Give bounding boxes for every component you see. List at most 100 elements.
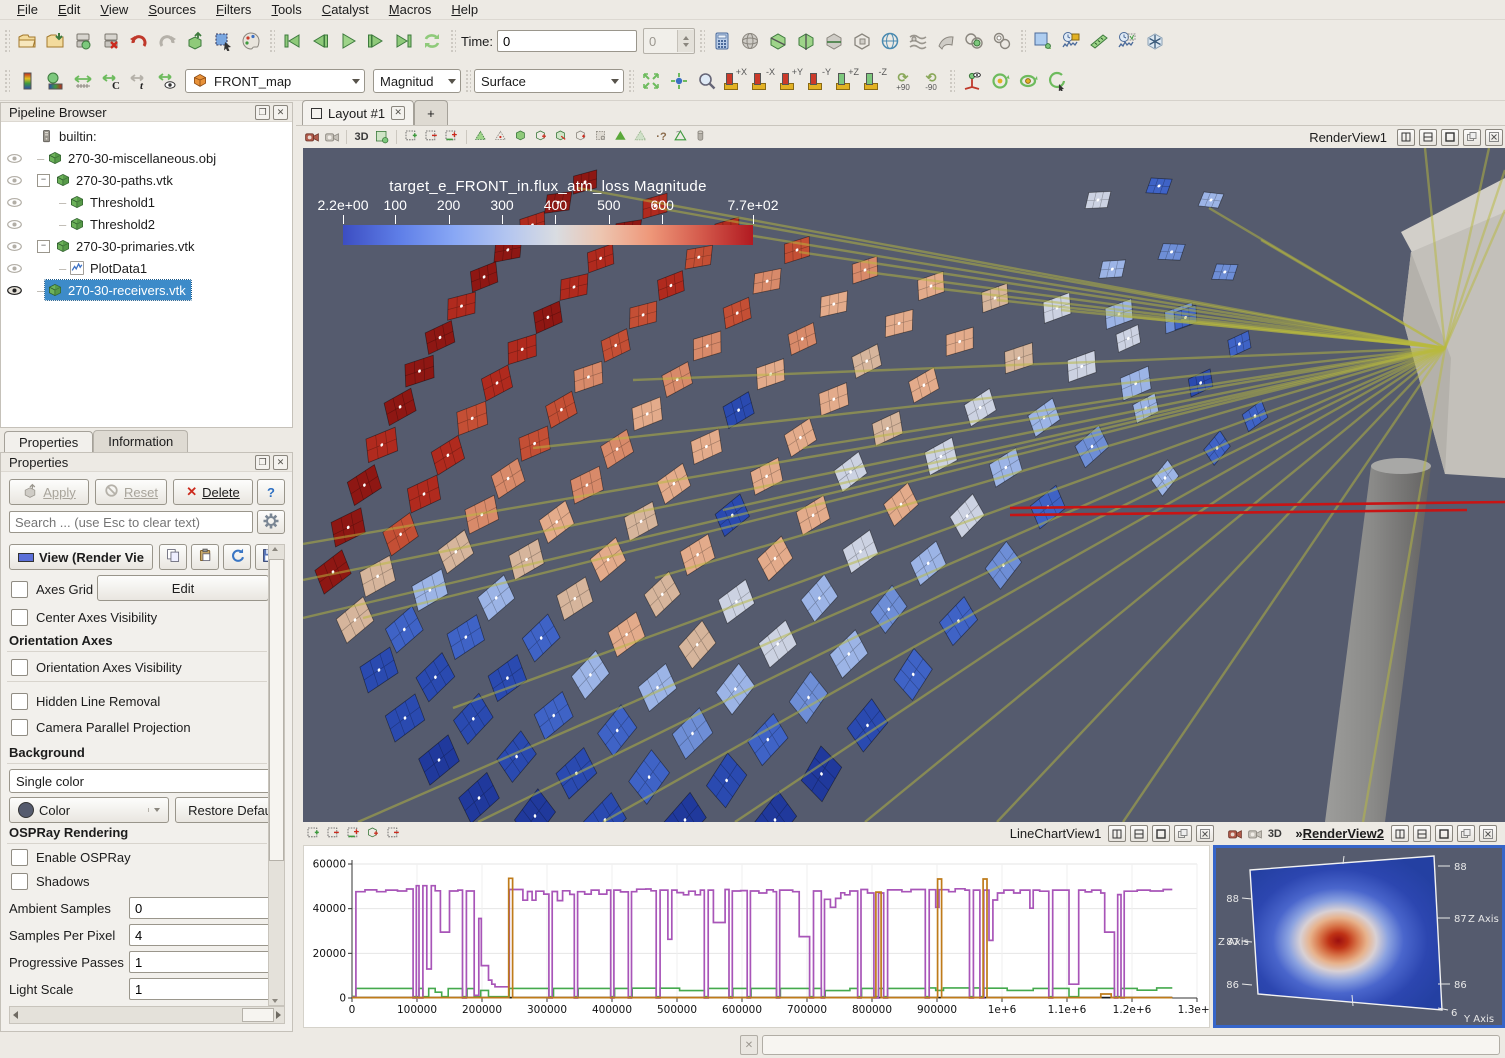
chart-clear-icon[interactable]: [384, 825, 403, 843]
colormap-combo[interactable]: FRONT_map: [185, 69, 365, 93]
delete-button[interactable]: ✕Delete: [173, 479, 253, 505]
zoom-to-data-icon[interactable]: [665, 67, 693, 95]
orbit-y-icon[interactable]: [1014, 67, 1042, 95]
rescale-to-data-range-icon[interactable]: [69, 67, 97, 95]
temporal-interpolator-icon[interactable]: [1141, 27, 1169, 55]
parallel-projection-checkbox[interactable]: [11, 719, 28, 736]
pipeline-item-270-30-primaries-vtk[interactable]: −270-30-primaries.vtk: [1, 235, 292, 257]
reload-properties-button[interactable]: [223, 544, 251, 570]
play-icon[interactable]: [334, 27, 362, 55]
first-frame-icon[interactable]: [278, 27, 306, 55]
field-input-samples-per-pixel[interactable]: [129, 924, 271, 946]
properties-titlebar[interactable]: Properties ❐ ✕: [1, 453, 292, 472]
rv1-undock-icon[interactable]: [1463, 129, 1481, 146]
search-options-button[interactable]: [257, 510, 285, 534]
3d-toggle[interactable]: 3D: [1265, 825, 1284, 843]
toggle-color-legend-icon[interactable]: [13, 67, 41, 95]
chart-select-rect-icon[interactable]: [304, 825, 323, 843]
select-cells-rect-icon[interactable]: [402, 128, 421, 146]
previous-frame-icon[interactable]: [306, 27, 334, 55]
warp-icon[interactable]: [932, 27, 960, 55]
interactive-select-cells-icon[interactable]: [532, 128, 551, 146]
show-center-axes-icon[interactable]: [958, 67, 986, 95]
paste-properties-button[interactable]: [191, 544, 219, 570]
rv2-close-view-icon[interactable]: [1479, 825, 1497, 842]
menu-help[interactable]: Help: [442, 1, 487, 18]
zoom-rubberband-icon[interactable]: [372, 128, 391, 146]
edit-axes-grid-button[interactable]: Edit: [97, 575, 269, 601]
save-data-icon[interactable]: [41, 27, 69, 55]
chart-select-plus-icon[interactable]: [344, 825, 363, 843]
undo-icon[interactable]: [125, 27, 153, 55]
menu-edit[interactable]: Edit: [49, 1, 89, 18]
select-points-rect-icon[interactable]: [422, 128, 441, 146]
rv2-maximize-icon[interactable]: [1435, 825, 1453, 842]
clip-icon[interactable]: [764, 27, 792, 55]
grow-selection-icon[interactable]: [612, 128, 631, 146]
tree-expander-icon[interactable]: −: [37, 174, 50, 187]
edit-color-map-icon[interactable]: [41, 67, 69, 95]
camera-icon[interactable]: [302, 128, 321, 146]
representation-combo[interactable]: Surface: [474, 69, 624, 93]
link-camera-icon[interactable]: [1245, 825, 1264, 843]
choose-colors-icon[interactable]: [237, 27, 265, 55]
background-mode-select[interactable]: Single color: [9, 769, 285, 793]
visibility-eye-icon[interactable]: [5, 194, 23, 211]
last-frame-icon[interactable]: [390, 27, 418, 55]
pipeline-item-270-30-receivers-vtk[interactable]: –270-30-receivers.vtk: [1, 279, 292, 301]
render-view-2[interactable]: 888786888786Z AxisZ AxisY Axis6: [1213, 845, 1505, 1028]
glyph-icon[interactable]: [876, 27, 904, 55]
set-view-plusY-button[interactable]: +Y: [777, 67, 805, 95]
redo-icon[interactable]: [153, 27, 181, 55]
view-section-header[interactable]: View (Render Vie: [9, 544, 153, 570]
rv1-maximize-icon[interactable]: [1441, 129, 1459, 146]
close-icon[interactable]: ✕: [273, 455, 288, 470]
orbit-x-icon[interactable]: [986, 67, 1014, 95]
select-points-polygon-icon[interactable]: [492, 128, 511, 146]
rv1-close-view-icon[interactable]: [1485, 129, 1503, 146]
reset-button[interactable]: Reset: [95, 479, 167, 505]
orientation-axes-checkbox[interactable]: [11, 659, 28, 676]
menu-file[interactable]: File: [8, 1, 47, 18]
pipeline-item-builtin-[interactable]: builtin:: [1, 125, 292, 147]
pick-center-icon[interactable]: [1042, 67, 1070, 95]
menu-filters[interactable]: Filters: [207, 1, 260, 18]
group-datasets-icon[interactable]: [960, 27, 988, 55]
menu-view[interactable]: View: [91, 1, 137, 18]
rescale-to-custom-range-icon[interactable]: C: [97, 67, 125, 95]
undock-icon[interactable]: ❐: [255, 105, 270, 120]
new-layout-tab[interactable]: +: [414, 100, 448, 125]
chart-maximize-icon[interactable]: [1152, 825, 1170, 842]
field-input-progressive-passes[interactable]: [129, 951, 271, 973]
menu-sources[interactable]: Sources: [139, 1, 205, 18]
background-color-button[interactable]: Color: [9, 797, 169, 823]
rescale-to-temporal-range-icon[interactable]: t: [125, 67, 153, 95]
calculator-icon[interactable]: [708, 27, 736, 55]
apply-button[interactable]: Apply: [9, 479, 89, 505]
select-block-icon[interactable]: [512, 128, 531, 146]
undock-icon[interactable]: ❐: [255, 455, 270, 470]
extract-selection-icon[interactable]: [1029, 27, 1057, 55]
rotate-90-cw-icon[interactable]: ⟳+90: [889, 67, 917, 95]
3d-toggle[interactable]: 3D: [352, 128, 371, 146]
slice-icon[interactable]: [792, 27, 820, 55]
visibility-eye-icon[interactable]: [5, 216, 23, 233]
connect-server-icon[interactable]: [69, 27, 97, 55]
pipeline-browser-titlebar[interactable]: Pipeline Browser ❐ ✕: [1, 103, 292, 122]
rv1-split-vertical-icon[interactable]: [1419, 129, 1437, 146]
rescale-to-visible-range-icon[interactable]: [153, 67, 181, 95]
properties-vertical-scrollbar[interactable]: [268, 544, 285, 1006]
loop-icon[interactable]: [418, 27, 446, 55]
set-view-plusX-button[interactable]: +X: [721, 67, 749, 95]
disconnect-server-icon[interactable]: [97, 27, 125, 55]
next-frame-icon[interactable]: [362, 27, 390, 55]
plot-over-time-icon[interactable]: [1057, 27, 1085, 55]
clear-selection-icon[interactable]: [672, 128, 691, 146]
reset-camera-icon[interactable]: [637, 67, 665, 95]
open-icon[interactable]: [13, 27, 41, 55]
contour-icon[interactable]: [736, 27, 764, 55]
auto-apply-icon[interactable]: [181, 27, 209, 55]
visibility-eye-icon[interactable]: [5, 282, 23, 299]
time-index-spinbox[interactable]: 0: [643, 28, 695, 54]
select-cells-through-icon[interactable]: [442, 128, 461, 146]
